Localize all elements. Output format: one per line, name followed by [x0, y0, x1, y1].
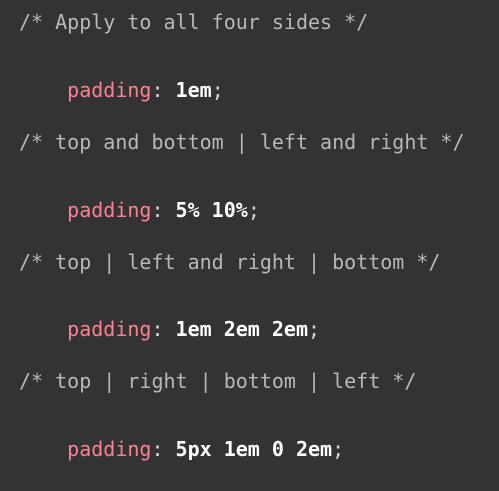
colon: : — [151, 437, 164, 461]
declaration-line-2: padding: 5% 10%; — [19, 168, 260, 222]
property-name: padding — [67, 437, 152, 461]
property-value: 1em 2em 2em — [163, 317, 309, 341]
semicolon: ; — [308, 317, 321, 341]
comment-line-2: /* top and bottom | left and right */ — [19, 130, 465, 154]
comment-line-1: /* Apply to all four sides */ — [19, 10, 369, 34]
colon: : — [151, 198, 164, 222]
declaration-line-1: padding: 1em; — [19, 48, 224, 102]
property-value: 1em — [163, 78, 212, 102]
colon: : — [151, 78, 164, 102]
comment-line-4: /* top | right | bottom | left */ — [19, 369, 417, 393]
declaration-line-3: padding: 1em 2em 2em; — [19, 287, 320, 341]
property-value: 5px 1em 0 2em — [163, 437, 333, 461]
semicolon: ; — [247, 198, 260, 222]
comment-line-3: /* top | left and right | bottom */ — [19, 250, 441, 274]
property-name: padding — [67, 317, 152, 341]
code-block: /* Apply to all four sides */ padding: 1… — [0, 0, 499, 461]
property-name: padding — [67, 78, 152, 102]
declaration-line-4: padding: 5px 1em 0 2em; — [19, 407, 344, 461]
semicolon: ; — [332, 437, 345, 461]
colon: : — [151, 317, 164, 341]
property-name: padding — [67, 198, 152, 222]
property-value: 5% 10% — [163, 198, 248, 222]
semicolon: ; — [211, 78, 224, 102]
